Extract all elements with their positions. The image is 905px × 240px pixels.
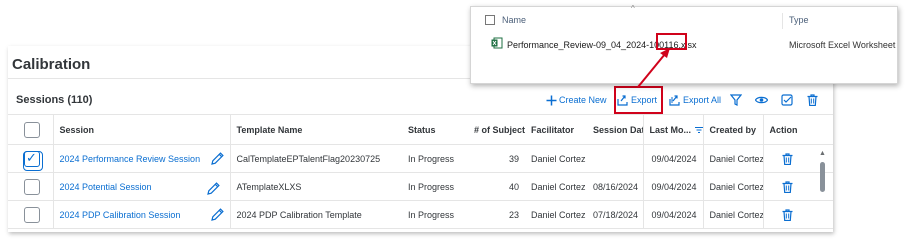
annotation-arrow bbox=[637, 48, 670, 88]
